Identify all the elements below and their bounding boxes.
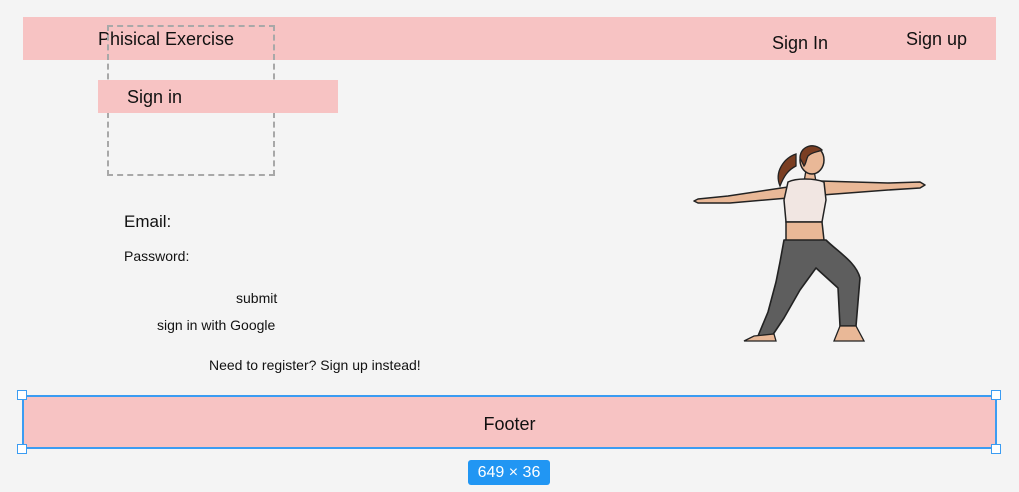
- register-link[interactable]: Need to register? Sign up instead!: [209, 357, 421, 373]
- pants: [757, 239, 861, 337]
- footer-label: Footer: [483, 414, 536, 434]
- resize-handle-top-left[interactable]: [17, 390, 27, 400]
- resize-handle-top-right[interactable]: [991, 390, 1001, 400]
- resize-handle-bottom-right[interactable]: [991, 444, 1001, 454]
- sports-top: [783, 178, 827, 223]
- submit-button[interactable]: submit: [236, 290, 277, 306]
- right-foot: [833, 325, 866, 342]
- nav-sign-in-link[interactable]: Sign In: [772, 33, 828, 53]
- sign-in-heading-block: Sign in: [98, 80, 338, 113]
- footer-bar[interactable]: Footer: [22, 395, 997, 449]
- sign-in-heading: Sign in: [127, 87, 183, 107]
- selection-dimensions-badge: 649 × 36: [468, 460, 550, 485]
- google-sign-in-button[interactable]: sign in with Google: [157, 317, 275, 333]
- email-label: Email:: [124, 212, 172, 231]
- yoga-warrior-pose-illustration: [693, 145, 926, 342]
- left-arm: [693, 186, 789, 204]
- password-label: Password:: [124, 248, 190, 264]
- nav-sign-up-link[interactable]: Sign up: [906, 29, 967, 49]
- right-arm: [819, 180, 926, 196]
- resize-handle-bottom-left[interactable]: [17, 444, 27, 454]
- left-foot: [743, 333, 777, 342]
- midriff: [785, 221, 825, 243]
